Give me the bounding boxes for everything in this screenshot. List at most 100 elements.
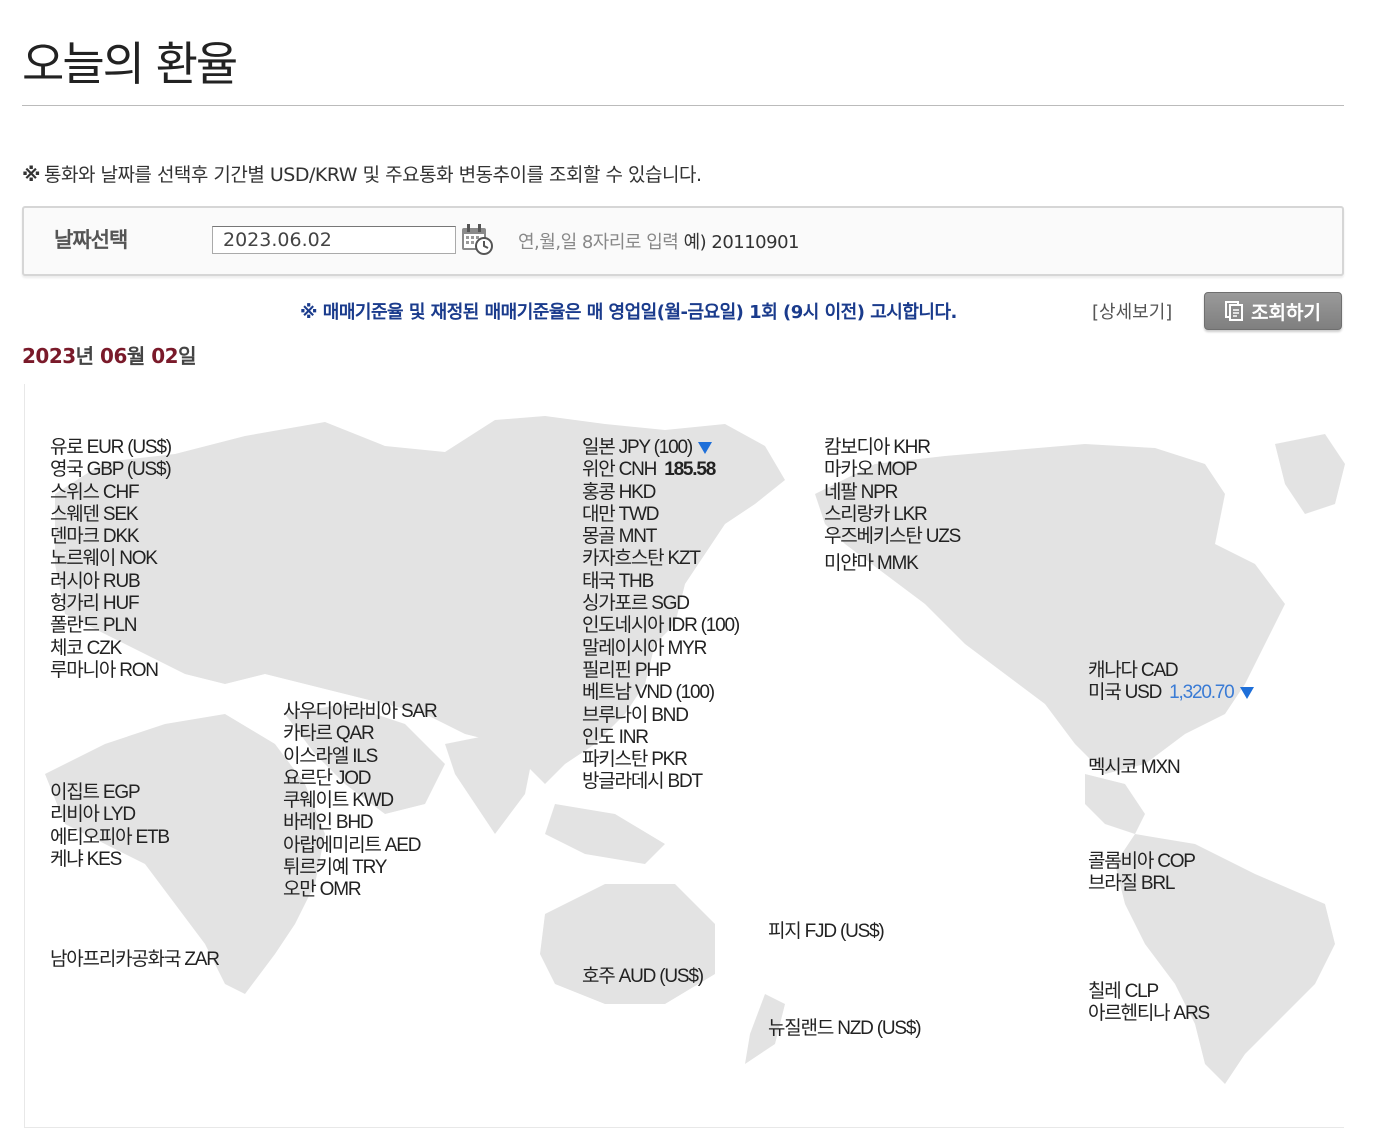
group-africa: 이집트 EGP 리비아 LYD 에티오피아 ETB 케냐 KES [50, 782, 170, 871]
currency-item[interactable]: 덴마크 DKK [50, 526, 171, 548]
current-date: 2023년 06월 02일 [22, 340, 197, 369]
currency-item[interactable]: 멕시코 MXN [1088, 757, 1181, 779]
currency-item[interactable]: 카타르 QAR [283, 723, 437, 745]
group-new-zealand: 뉴질랜드 NZD (US$) [768, 1018, 922, 1040]
currency-label: 필리핀 PHP [582, 659, 672, 681]
currency-label: 바레인 BHD [283, 812, 374, 834]
currency-label: 리비아 LYD [50, 804, 136, 826]
currency-item[interactable]: 바레인 BHD [283, 812, 437, 834]
group-south-africa: 남아프리카공화국 ZAR [50, 949, 220, 971]
currency-item[interactable]: 남아프리카공화국 ZAR [50, 949, 220, 971]
current-year: 2023 [22, 344, 76, 368]
currency-label: 오만 OMR [283, 879, 362, 901]
currency-item[interactable]: 캐나다 CAD [1088, 660, 1254, 682]
currency-label: 브루나이 BND [582, 704, 689, 726]
currency-item[interactable]: 에티오피아 ETB [50, 827, 170, 849]
down-arrow-icon [1239, 687, 1254, 700]
group-fiji: 피지 FJD (US$) [768, 921, 885, 943]
currency-label: 튀르키예 TRY [283, 857, 387, 879]
currency-label: 노르웨이 NOK [50, 548, 158, 570]
currency-item[interactable]: 네팔 NPR [824, 482, 960, 504]
group-middle-east: 사우디아라비아 SAR 카타르 QAR 이스라엘 ILS 요르단 JOD 쿠웨이트 KW… [283, 701, 438, 902]
date-select-panel: 날짜선택 연,월,일 8자리로 입력 예) 20110901 [22, 206, 1344, 276]
currency-item[interactable]: 몽골 MNT [582, 526, 739, 548]
currency-item[interactable]: 쿠웨이트 KWD [283, 790, 437, 812]
currency-item[interactable]: 브루나이 BND [582, 705, 739, 727]
date-input[interactable] [212, 226, 456, 254]
currency-item[interactable]: 사우디아라비아 SAR [283, 701, 438, 723]
currency-label: 홍콩 HKD [582, 481, 656, 503]
currency-label: 카자흐스탄 KZT [582, 548, 701, 570]
currency-item[interactable]: 영국 GBP (US$) [50, 459, 172, 481]
currency-item[interactable]: 파키스탄 PKR [582, 749, 739, 771]
currency-item[interactable]: 스웨덴 SEK [50, 504, 171, 526]
currency-item[interactable]: 방글라데시 BDT [582, 771, 739, 793]
currency-label: 대만 TWD [582, 503, 660, 525]
currency-item[interactable]: 마카오 MOP [824, 459, 960, 481]
currency-item[interactable]: 카자흐스탄 KZT [582, 548, 739, 570]
currency-item[interactable]: 베트남 VND (100) [582, 682, 739, 704]
currency-label: 파키스탄 PKR [582, 749, 688, 771]
currency-item[interactable]: 이집트 EGP [50, 782, 169, 804]
currency-item[interactable]: 대만 TWD [582, 504, 739, 526]
currency-item[interactable]: 스위스 CHF [50, 482, 171, 504]
currency-item[interactable]: 일본 JPY (100) [582, 437, 739, 459]
currency-item[interactable]: 호주 AUD (US$) [582, 966, 704, 988]
currency-item[interactable]: 피지 FJD (US$) [768, 921, 885, 943]
currency-item[interactable]: 이스라엘 ILS [283, 746, 437, 768]
notice-message: 통화와 날짜를 선택후 기간별 USD/KRW 및 주요통화 변동추이를 조회할… [43, 164, 702, 186]
currency-item[interactable]: 튀르키예 TRY [283, 857, 437, 879]
currency-label: 마카오 MOP [824, 459, 918, 481]
group-mexico: 멕시코 MXN [1088, 757, 1181, 779]
calendar-clock-icon[interactable] [460, 222, 494, 256]
currency-item[interactable]: 칠레 CLP [1088, 981, 1209, 1003]
group-asia-2: 캄보디아 KHR 마카오 MOP 네팔 NPR 스리랑카 LKR 우즈베키스탄 UZS [824, 437, 961, 548]
currency-item[interactable]: 노르웨이 NOK [50, 548, 171, 570]
currency-item[interactable]: 말레이시아 MYR [582, 638, 739, 660]
currency-item[interactable]: 싱가포르 SGD [582, 593, 739, 615]
currency-item[interactable]: 홍콩 HKD [582, 482, 739, 504]
currency-item[interactable]: 우즈베키스탄 UZS [824, 526, 961, 548]
currency-item[interactable]: 브라질 BRL [1088, 873, 1195, 895]
currency-item[interactable]: 태국 THB [582, 571, 739, 593]
currency-item[interactable]: 위안 CNH 185.58 [582, 459, 739, 481]
search-button[interactable]: 조회하기 [1204, 292, 1342, 330]
currency-item[interactable]: 케냐 KES [50, 849, 169, 871]
currency-item[interactable]: 캄보디아 KHR [824, 437, 960, 459]
date-select-label: 날짜선택 [54, 228, 128, 252]
currency-item[interactable]: 뉴질랜드 NZD (US$) [768, 1018, 922, 1040]
currency-item[interactable]: 루마니아 RON [50, 660, 171, 682]
currency-item[interactable]: 미얀마 MMK [824, 553, 919, 575]
currency-label: 싱가포르 SGD [582, 593, 690, 615]
currency-label: 이스라엘 ILS [283, 745, 378, 767]
currency-rate: 185.58 [664, 459, 716, 481]
currency-item[interactable]: 아르헨티나 ARS [1088, 1003, 1210, 1025]
currency-item[interactable]: 러시아 RUB [50, 571, 171, 593]
currency-item[interactable]: 미국 USD 1,320.70 [1088, 682, 1254, 704]
currency-label: 이집트 EGP [50, 782, 141, 803]
currency-label: 태국 THB [582, 570, 654, 592]
currency-label: 피지 FJD (US$) [768, 921, 885, 942]
currency-item[interactable]: 유로 EUR (US$) [50, 437, 172, 459]
group-australia: 호주 AUD (US$) [582, 966, 704, 988]
currency-label: 몽골 MNT [582, 526, 657, 548]
group-south-america-2: 칠레 CLP 아르헨티나 ARS [1088, 981, 1210, 1026]
currency-item[interactable]: 폴란드 PLN [50, 615, 171, 637]
currency-item[interactable]: 스리랑카 LKR [824, 504, 960, 526]
currency-item[interactable]: 인도 INR [582, 727, 739, 749]
currency-item[interactable]: 체코 CZK [50, 638, 171, 660]
group-europe: 유로 EUR (US$) 영국 GBP (US$) 스위스 CHF 스웨덴 SEK 덴마… [50, 437, 172, 682]
currency-item[interactable]: 인도네시아 IDR (100) [582, 615, 740, 637]
currency-item[interactable]: 오만 OMR [283, 879, 437, 901]
currency-label: 캐나다 CAD [1088, 660, 1179, 681]
currency-item[interactable]: 아랍에미리트 AED [283, 835, 437, 857]
currency-label: 덴마크 DKK [50, 526, 140, 548]
currency-item[interactable]: 리비아 LYD [50, 804, 169, 826]
page-title: 오늘의 환율 [22, 37, 238, 91]
currency-rate: 1,320.70 [1169, 682, 1235, 704]
currency-item[interactable]: 요르단 JOD [283, 768, 437, 790]
detail-link[interactable]: [상세보기] [1092, 298, 1172, 324]
currency-item[interactable]: 헝가리 HUF [50, 593, 171, 615]
currency-item[interactable]: 필리핀 PHP [582, 660, 739, 682]
currency-item[interactable]: 콜롬비아 COP [1088, 851, 1196, 873]
